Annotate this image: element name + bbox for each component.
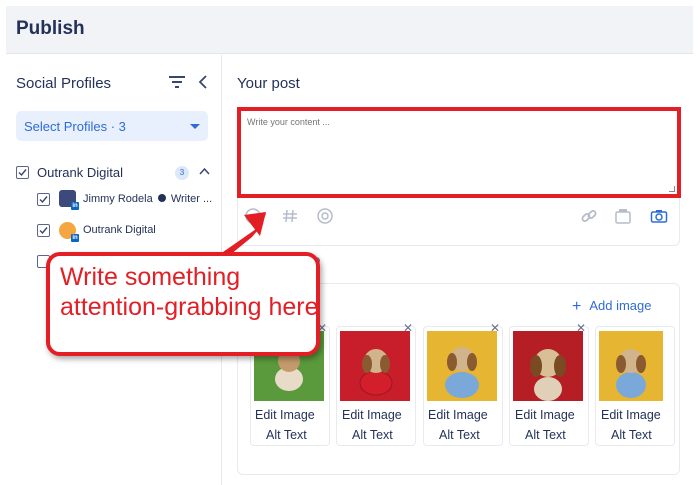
- annotation-callout: Write something attention-grabbing here: [46, 252, 320, 356]
- callout-text: Write something attention-grabbing here: [60, 263, 319, 321]
- annotation-arrow: [203, 212, 266, 272]
